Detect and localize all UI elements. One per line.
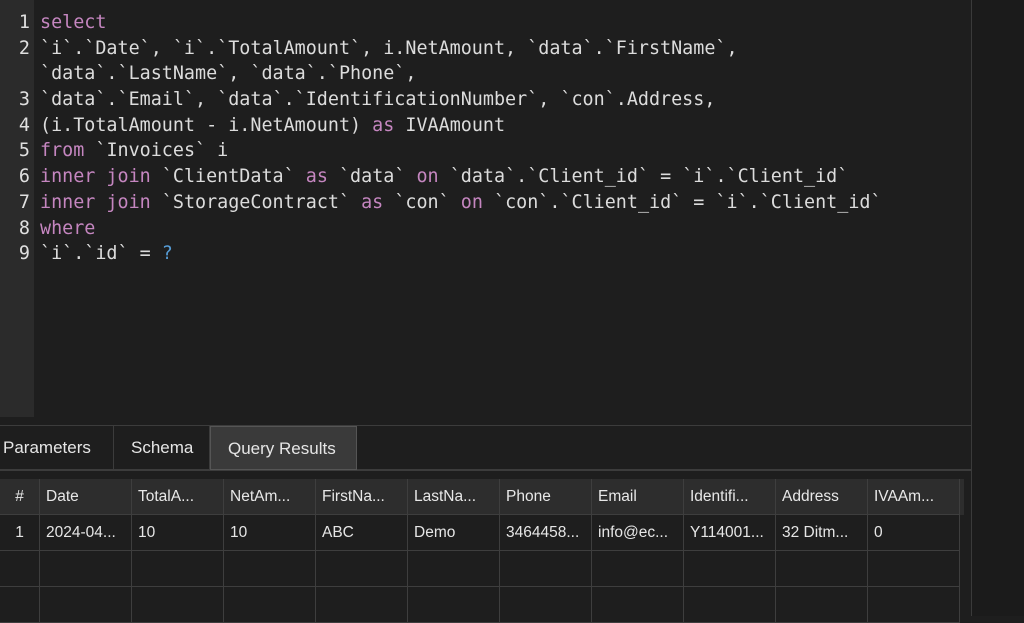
table-header-row[interactable]: # Date TotalA... NetAm... FirstNa... LastNa..… [0, 479, 964, 515]
side-panel [972, 0, 1024, 616]
table-cell[interactable] [0, 587, 40, 623]
column-header[interactable]: Identifi... [684, 479, 776, 515]
line-number: 3 [18, 89, 30, 111]
tab-schema[interactable]: Schema [114, 426, 210, 470]
code-text: (i.TotalAmount - i.NetAmount) as IVAAmou… [40, 113, 505, 139]
table-cell[interactable] [408, 551, 500, 587]
results-tabs-bar: Parameters Schema Query Results [0, 425, 971, 471]
sql-token: (i.TotalAmount - i.NetAmount) [40, 114, 373, 136]
tab-parameters[interactable]: Parameters [0, 426, 114, 470]
table-cell[interactable] [684, 587, 776, 623]
sql-keyword: on [460, 191, 483, 213]
sql-token: `Invoices` i [84, 140, 229, 162]
table-cell[interactable] [592, 587, 684, 623]
line-number: 6 [18, 166, 30, 188]
sql-keyword: inner join [40, 166, 151, 188]
column-header[interactable]: Date [40, 479, 132, 515]
table-cell[interactable] [868, 551, 960, 587]
sql-token: `con` [383, 191, 461, 213]
code-text: from `Invoices` i [40, 138, 228, 164]
sql-keyword: select [40, 12, 107, 33]
table-cell[interactable] [776, 587, 868, 623]
code-text: `i`.`Date`, `i`.`TotalAmount`, i.NetAmou… [40, 36, 738, 62]
sql-keyword: as [361, 191, 384, 213]
table-cell[interactable] [408, 587, 500, 623]
line-number: 2 [18, 37, 30, 59]
code-text: inner join `StorageContract` as `con` on… [40, 190, 882, 216]
column-header[interactable]: TotalA... [132, 479, 224, 515]
sql-keyword: from [40, 140, 85, 162]
sql-parameter: ? [161, 243, 173, 265]
line-number: 9 [18, 243, 30, 265]
table-row[interactable]: 1 2024-04... 10 10 ABC Demo 3464458... info@ec.… [0, 515, 964, 551]
sql-keyword: as [372, 114, 395, 136]
empty-table-row[interactable] [0, 587, 964, 623]
column-header[interactable]: Email [592, 479, 684, 515]
line-number: 5 [18, 140, 30, 162]
sql-token: `data`.`Client_id` = `i`.`Client_id` [438, 166, 849, 188]
table-cell[interactable] [132, 587, 224, 623]
table-cell[interactable] [0, 551, 40, 587]
sql-editor[interactable]: 1 select 2 `i`.`Date`, `i`.`TotalAmount`, i… [0, 0, 971, 425]
code-text: `i`.`id` = ? [40, 241, 173, 267]
empty-table-row[interactable] [0, 551, 964, 587]
table-cell[interactable] [776, 551, 868, 587]
sql-token: `data`.`LastName`, `data`.`Phone`, [40, 63, 417, 85]
table-cell[interactable] [868, 587, 960, 623]
sql-token: `data`.`Email`, `data`.`IdentificationNu… [40, 89, 716, 111]
tab-query-results[interactable]: Query Results [210, 426, 357, 470]
sql-keyword: where [40, 217, 96, 239]
table-cell[interactable] [500, 587, 592, 623]
table-cell[interactable]: 2024-04... [40, 515, 132, 551]
column-header[interactable]: # [0, 479, 40, 515]
sql-token: IVAAmount [394, 114, 506, 136]
sql-keyword: on [416, 166, 439, 188]
table-cell[interactable]: 0 [868, 515, 960, 551]
table-cell[interactable] [132, 551, 224, 587]
sql-keyword: inner join [40, 191, 151, 213]
table-cell[interactable] [316, 551, 408, 587]
line-number: 7 [18, 191, 30, 213]
sql-token: `con`.`Client_id` = `i`.`Client_id` [482, 191, 882, 213]
column-header[interactable]: Phone [500, 479, 592, 515]
table-cell[interactable] [316, 587, 408, 623]
table-cell[interactable]: 10 [132, 515, 224, 551]
table-cell[interactable]: Demo [408, 515, 500, 551]
table-cell[interactable]: 1 [0, 515, 40, 551]
table-cell[interactable]: Y114001... [684, 515, 776, 551]
table-cell[interactable] [592, 551, 684, 587]
column-header[interactable]: NetAm... [224, 479, 316, 515]
table-cell[interactable]: info@ec... [592, 515, 684, 551]
sql-keyword: as [305, 166, 328, 188]
sql-token: `i`.`Date`, `i`.`TotalAmount`, i.NetAmou… [40, 37, 738, 59]
table-cell[interactable] [40, 587, 132, 623]
table-cell[interactable] [684, 551, 776, 587]
code-text: select [40, 10, 106, 36]
line-number: 1 [18, 12, 30, 33]
column-header[interactable]: IVAAm... [868, 479, 960, 515]
sql-token: `ClientData` [150, 166, 306, 188]
line-number: 4 [18, 114, 30, 136]
query-results-grid[interactable]: # Date TotalA... NetAm... FirstNa... LastNa..… [0, 479, 964, 623]
sql-token: `StorageContract` [150, 191, 362, 213]
table-cell[interactable] [40, 551, 132, 587]
table-cell[interactable]: 32 Ditm... [776, 515, 868, 551]
code-text: inner join `ClientData` as `data` on `da… [40, 164, 848, 190]
column-header[interactable]: LastNa... [408, 479, 500, 515]
table-cell[interactable]: ABC [316, 515, 408, 551]
table-cell[interactable]: 10 [224, 515, 316, 551]
table-cell[interactable]: 3464458... [500, 515, 592, 551]
sql-token: `data` [327, 166, 417, 188]
table-cell[interactable] [224, 551, 316, 587]
column-header[interactable]: Address [776, 479, 868, 515]
table-cell[interactable] [500, 551, 592, 587]
code-text: `data`.`Email`, `data`.`IdentificationNu… [40, 87, 715, 113]
code-text: where [40, 216, 95, 242]
table-cell[interactable] [224, 587, 316, 623]
column-header[interactable]: FirstNa... [316, 479, 408, 515]
line-number: 8 [18, 217, 30, 239]
code-text: `data`.`LastName`, `data`.`Phone`, [40, 61, 416, 87]
sql-token: `i`.`id` = [40, 243, 162, 265]
